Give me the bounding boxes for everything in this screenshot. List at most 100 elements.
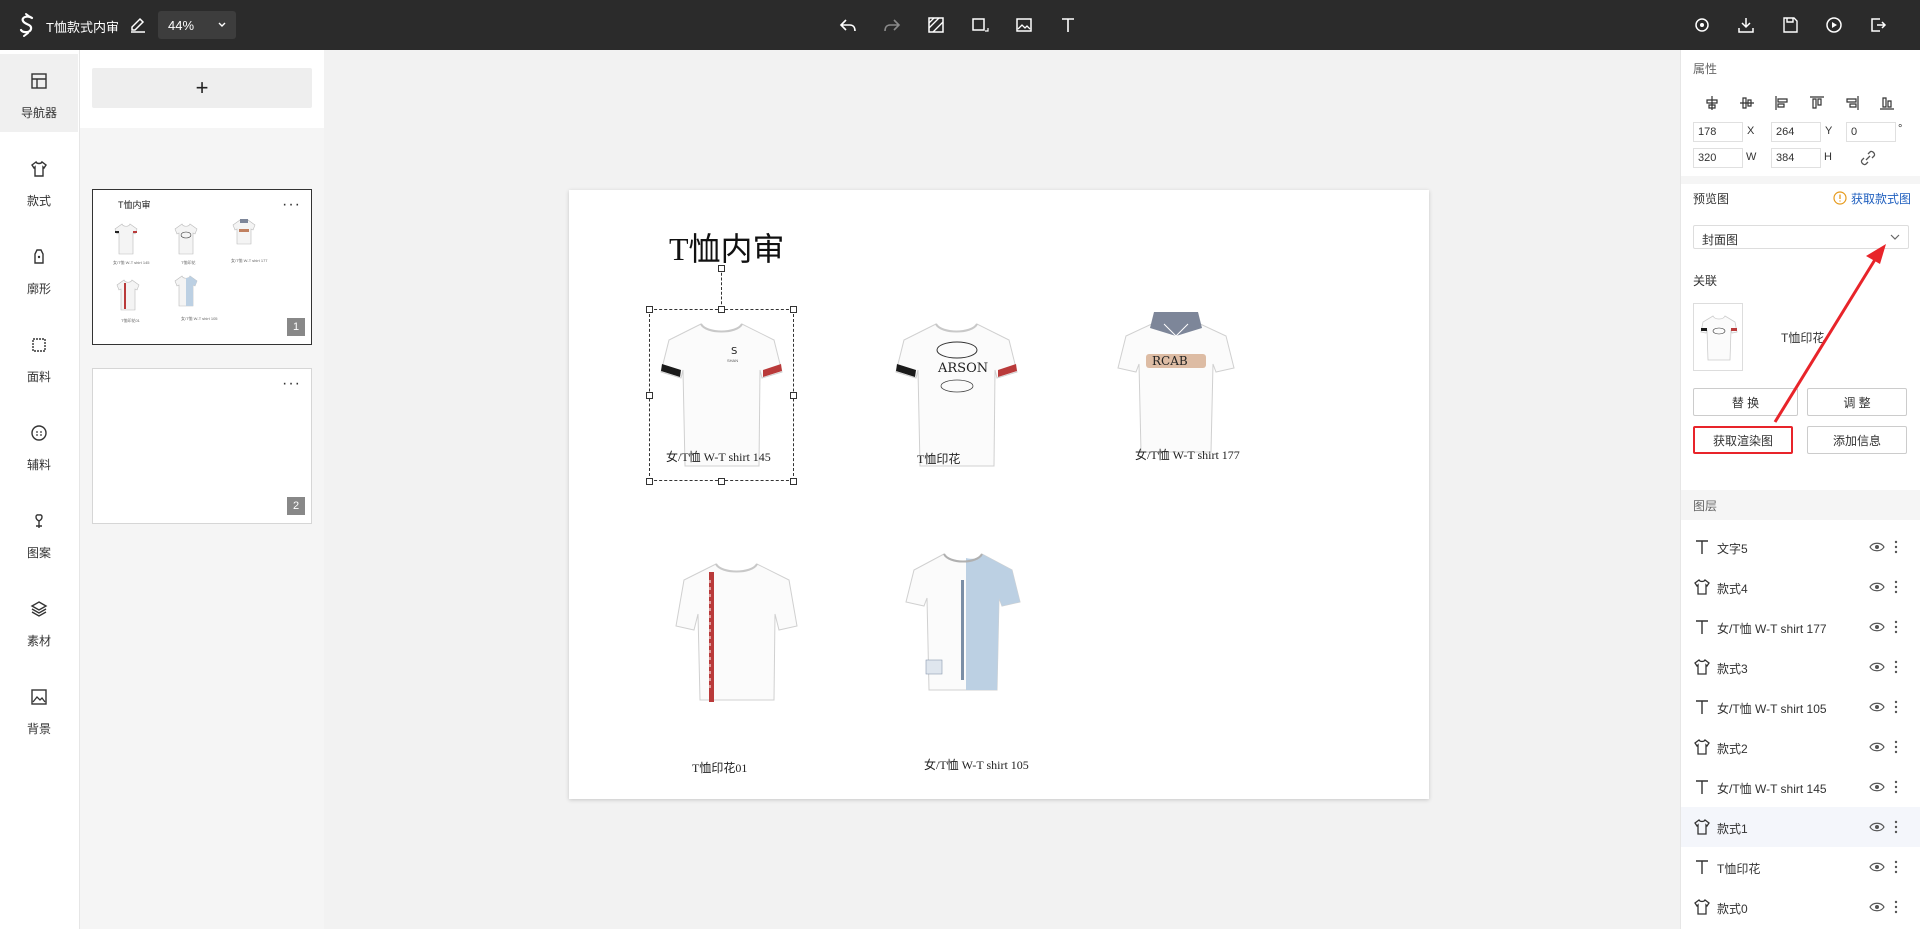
layer-row[interactable]: 文字5	[1681, 527, 1920, 567]
get-render-button[interactable]: 获取渲染图	[1693, 426, 1793, 454]
more-options-icon[interactable]	[1893, 619, 1899, 635]
layer-row[interactable]: 款式4	[1681, 567, 1920, 607]
resize-handle-s[interactable]	[718, 478, 725, 485]
height-input[interactable]: 384	[1771, 148, 1821, 168]
more-options-icon[interactable]	[1893, 819, 1899, 835]
rail-item-accessory[interactable]: 辅料	[0, 406, 78, 484]
page-card-2[interactable]: ··· 2	[92, 368, 312, 524]
width-input[interactable]: 320	[1693, 148, 1743, 168]
shape-button[interactable]	[968, 13, 992, 37]
layer-name: 款式3	[1717, 662, 1748, 676]
visibility-eye-icon[interactable]	[1869, 780, 1885, 794]
canvas-workspace[interactable]: T恤内审 S SHAN ARSON RCAB 女/T恤 W-T shirt 14…	[324, 50, 1680, 929]
y-position-input[interactable]: 264	[1771, 122, 1821, 142]
insert-image-button[interactable]	[1012, 13, 1036, 37]
caption-text-5[interactable]: 女/T恤 W-T shirt 105	[924, 756, 1029, 773]
more-options-icon[interactable]	[1893, 899, 1899, 915]
edit-title-icon[interactable]	[128, 15, 148, 35]
align-left-icon[interactable]	[1773, 94, 1791, 112]
download-button[interactable]	[1734, 13, 1758, 37]
visibility-eye-icon[interactable]	[1869, 860, 1885, 874]
visibility-eye-icon[interactable]	[1869, 660, 1885, 674]
rail-item-pattern[interactable]: 图案	[0, 494, 78, 572]
resize-handle-n[interactable]	[718, 306, 725, 313]
linked-item-name: T恤印花	[1781, 331, 1825, 345]
page-more-button[interactable]: ···	[282, 375, 301, 393]
visibility-eye-icon[interactable]	[1869, 540, 1885, 554]
linked-item-thumbnail[interactable]	[1693, 303, 1743, 371]
board-title-text[interactable]: T恤内审	[669, 224, 785, 270]
more-options-icon[interactable]	[1893, 859, 1899, 875]
more-options-icon[interactable]	[1893, 779, 1899, 795]
visibility-eye-icon[interactable]	[1869, 820, 1885, 834]
play-presentation-button[interactable]	[1822, 13, 1846, 37]
add-info-button[interactable]: 添加信息	[1807, 426, 1907, 454]
rail-item-navigator[interactable]: 导航器	[0, 54, 78, 132]
page-card-1[interactable]: T恤内审 ··· 女/T恤 W-T shirt 145 T恤印花 女/T恤 W-…	[92, 189, 312, 345]
resize-handle-e[interactable]	[790, 392, 797, 399]
visibility-eye-icon[interactable]	[1869, 740, 1885, 754]
layer-row[interactable]: 款式0	[1681, 887, 1920, 927]
background-fill-button[interactable]	[924, 13, 948, 37]
visibility-eye-icon[interactable]	[1869, 700, 1885, 714]
caption-text-1[interactable]: 女/T恤 W-T shirt 145	[666, 448, 771, 465]
resize-handle-se[interactable]	[790, 478, 797, 485]
artboard[interactable]: T恤内审 S SHAN ARSON RCAB 女/T恤 W-T shirt 14…	[569, 190, 1429, 799]
redo-button[interactable]	[880, 13, 904, 37]
more-options-icon[interactable]	[1893, 539, 1899, 555]
layer-row[interactable]: 女/T恤 W-T shirt 145	[1681, 767, 1920, 807]
visibility-eye-icon[interactable]	[1869, 900, 1885, 914]
shirt-image-5[interactable]	[904, 550, 1022, 700]
replace-button[interactable]: 替 换	[1693, 388, 1798, 416]
app-logo-icon[interactable]	[14, 12, 40, 38]
layer-row[interactable]: 款式2	[1681, 727, 1920, 767]
align-middle-horizontal-icon[interactable]	[1738, 94, 1756, 112]
rail-item-silhouette[interactable]: 廓形	[0, 230, 78, 308]
shirt-image-4[interactable]	[674, 560, 799, 710]
visibility-eye-icon[interactable]	[1869, 580, 1885, 594]
layer-row[interactable]: 款式1	[1681, 807, 1920, 847]
preview-type-select[interactable]: 封面图	[1693, 225, 1909, 249]
align-bottom-icon[interactable]	[1878, 94, 1896, 112]
layer-row[interactable]: 女/T恤 W-T shirt 105	[1681, 687, 1920, 727]
lock-ratio-link-icon[interactable]	[1859, 149, 1877, 167]
rotation-input[interactable]: 0	[1846, 122, 1896, 142]
adjust-button[interactable]: 调 整	[1807, 388, 1907, 416]
insert-text-button[interactable]	[1056, 13, 1080, 37]
resize-handle-w[interactable]	[646, 392, 653, 399]
more-options-icon[interactable]	[1893, 579, 1899, 595]
resize-handle-ne[interactable]	[790, 306, 797, 313]
page-more-button[interactable]: ···	[282, 196, 301, 214]
align-center-vertical-icon[interactable]	[1703, 94, 1721, 112]
save-button[interactable]	[1778, 13, 1802, 37]
layer-row[interactable]: T恤印花	[1681, 847, 1920, 887]
layer-row[interactable]: 款式3	[1681, 647, 1920, 687]
shirt-image-2[interactable]: ARSON	[894, 320, 1019, 470]
caption-text-2[interactable]: T恤印花	[917, 450, 960, 467]
get-style-image-link[interactable]: 获取款式图	[1851, 190, 1911, 207]
caption-text-3[interactable]: 女/T恤 W-T shirt 177	[1135, 446, 1240, 463]
more-options-icon[interactable]	[1893, 739, 1899, 755]
rotate-handle[interactable]	[718, 265, 725, 272]
zoom-dropdown[interactable]: 44%	[158, 11, 236, 39]
align-top-icon[interactable]	[1808, 94, 1826, 112]
undo-button[interactable]	[836, 13, 860, 37]
thumb-shirt-icon	[232, 219, 256, 245]
rail-item-style[interactable]: 款式	[0, 142, 78, 220]
x-position-input[interactable]: 178	[1693, 122, 1743, 142]
add-page-button[interactable]: +	[92, 68, 312, 108]
rail-item-fabric[interactable]: 面料	[0, 318, 78, 396]
preview-settings-button[interactable]	[1690, 13, 1714, 37]
layer-row[interactable]: 女/T恤 W-T shirt 177	[1681, 607, 1920, 647]
resize-handle-sw[interactable]	[646, 478, 653, 485]
exit-button[interactable]	[1866, 13, 1890, 37]
resize-handle-nw[interactable]	[646, 306, 653, 313]
more-options-icon[interactable]	[1893, 659, 1899, 675]
rail-item-material[interactable]: 素材	[0, 582, 78, 660]
visibility-eye-icon[interactable]	[1869, 620, 1885, 634]
rail-item-background[interactable]: 背景	[0, 670, 78, 748]
more-options-icon[interactable]	[1893, 699, 1899, 715]
caption-text-4[interactable]: T恤印花01	[692, 759, 747, 776]
shirt-image-3[interactable]: RCAB	[1116, 310, 1236, 460]
align-right-icon[interactable]	[1843, 94, 1861, 112]
